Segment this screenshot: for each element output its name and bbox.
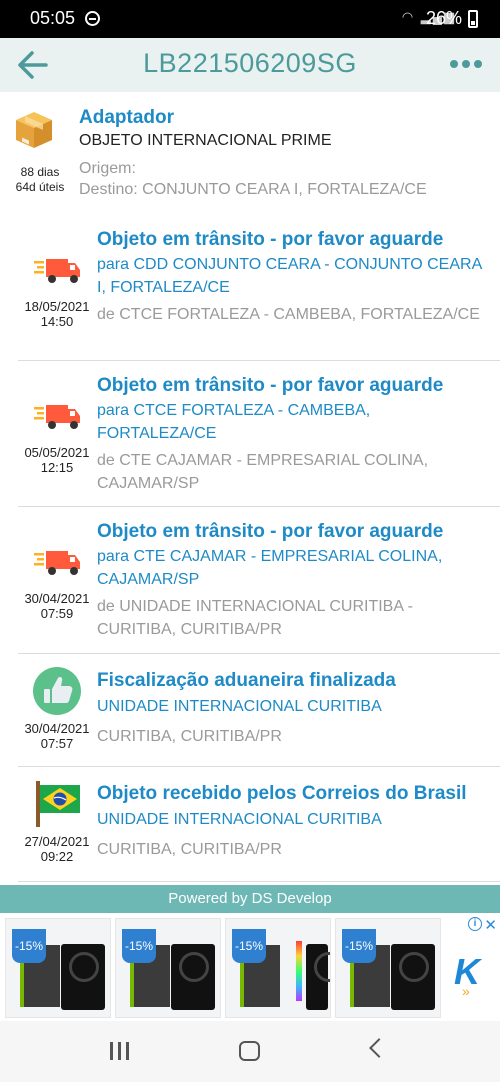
ad-close-icon[interactable]: ✕ [484,916,497,934]
graphics-card-image [391,944,435,1010]
event-date: 05/05/2021 12:15 [14,445,100,475]
event-location: UNIDADE INTERNACIONAL CURITIBA [97,811,382,828]
status-time: 05:05 [30,8,76,28]
event-date-time: 07:59 [40,606,74,621]
event-date-day: 30/04/2021 [24,721,90,736]
event-date-day: 27/04/2021 [24,834,90,849]
event-date: 30/04/2021 07:59 [14,591,100,621]
graphics-card-image [61,944,105,1010]
brazil-flag-icon [36,781,80,827]
truck-icon [34,405,80,429]
event-date-time: 12:15 [40,460,74,475]
event-date-time: 09:22 [40,849,74,864]
ad-product-card[interactable]: -15% [5,918,111,1018]
event-status: Objeto em trânsito - por favor aguarde [97,375,444,396]
event-origin: CURITIBA, CURITIBA/PR [97,728,282,745]
graphics-card-image [171,944,215,1010]
event-status: Objeto em trânsito - por favor aguarde [97,229,444,250]
package-name: Adaptador [79,107,174,128]
ad-product-card[interactable]: -15% [225,918,331,1018]
event-origin: de CTE CAJAMAR - EMPRESARIAL COLINA, CAJ… [97,452,429,492]
thumbs-up-icon [33,667,81,715]
status-bar: 05:05 ◠ ▂▄▆ 26% [0,0,500,38]
event-location: para CDD CONJUNTO CEARA - CONJUNTO CEARA… [97,256,482,296]
do-not-disturb-icon [85,11,100,26]
event-origin: de CTCE FORTALEZA - CAMBEBA, FORTALEZA/C… [97,306,480,323]
package-type: OBJETO INTERNACIONAL PRIME [79,132,332,149]
tracking-event[interactable]: 30/04/2021 07:57 Fiscalização aduaneira … [0,654,500,767]
divider [18,881,500,882]
powered-by-banner: Powered by DS Develop [0,885,500,913]
back-nav-icon[interactable] [369,1038,389,1058]
home-icon[interactable] [239,1041,260,1061]
recent-apps-icon[interactable] [110,1042,129,1060]
rgb-light-strip [296,941,302,1001]
ad-product-card[interactable]: -15% [115,918,221,1018]
discount-badge: -15% [232,929,266,963]
discount-badge: -15% [12,929,46,963]
event-location: UNIDADE INTERNACIONAL CURITIBA [97,698,382,715]
ad-banner[interactable]: -15% -15% -15% -15% K » i ✕ [0,913,500,1021]
event-origin: CURITIBA, CURITIBA/PR [97,841,282,858]
package-destination: Destino: CONJUNTO CEARA I, FORTALEZA/CE [79,181,427,198]
event-date: 18/05/2021 14:50 [14,299,100,329]
discount-badge: -15% [342,929,376,963]
event-location: para CTCE FORTALEZA - CAMBEBA, FORTALEZA… [97,402,371,442]
days-total: 88 dias [20,165,60,179]
package-header: 88 dias 64d úteis Adaptador OBJETO INTER… [0,92,500,212]
truck-icon [34,259,80,283]
battery-icon [468,10,478,28]
days-counter: 88 dias 64d úteis [10,165,70,195]
system-navigation-bar [0,1021,500,1082]
event-date-day: 18/05/2021 [24,299,90,314]
discount-badge: -15% [122,929,156,963]
event-origin: de UNIDADE INTERNACIONAL CURITIBA - CURI… [97,598,413,638]
event-status: Objeto recebido pelos Correios do Brasil [97,783,467,804]
event-date: 30/04/2021 07:57 [14,721,100,751]
more-options-icon[interactable] [450,60,482,68]
event-date-time: 07:57 [40,736,74,751]
event-date-day: 05/05/2021 [24,445,90,460]
tracking-event[interactable]: 27/04/2021 09:22 Objeto recebido pelos C… [0,767,500,882]
event-location: para CTE CAJAMAR - EMPRESARIAL COLINA, C… [97,548,443,588]
event-status: Fiscalização aduaneira finalizada [97,670,396,691]
event-date-day: 30/04/2021 [24,591,90,606]
graphics-card-image [306,944,330,1010]
app-bar: LB221506209SG [0,38,500,92]
ad-product-card[interactable]: -15% [335,918,441,1018]
tracking-event[interactable]: 05/05/2021 12:15 Objeto em trânsito - po… [0,361,500,507]
days-working: 64d úteis [15,180,65,194]
package-origin: Origem: [79,160,136,177]
event-status: Objeto em trânsito - por favor aguarde [97,521,444,542]
ad-info-icon[interactable]: i [468,917,482,931]
battery-percent: 26% [425,8,462,28]
truck-icon [34,551,80,575]
advertiser-logo-arrow-icon: » [462,983,470,999]
event-date: 27/04/2021 09:22 [14,834,100,864]
tracking-code-title: LB221506209SG [143,48,357,78]
event-date-time: 14:50 [40,314,74,329]
tracking-event[interactable]: 30/04/2021 07:59 Objeto em trânsito - po… [0,507,500,654]
tracking-event[interactable]: 18/05/2021 14:50 Objeto em trânsito - po… [0,215,500,361]
package-box-icon [16,112,52,148]
